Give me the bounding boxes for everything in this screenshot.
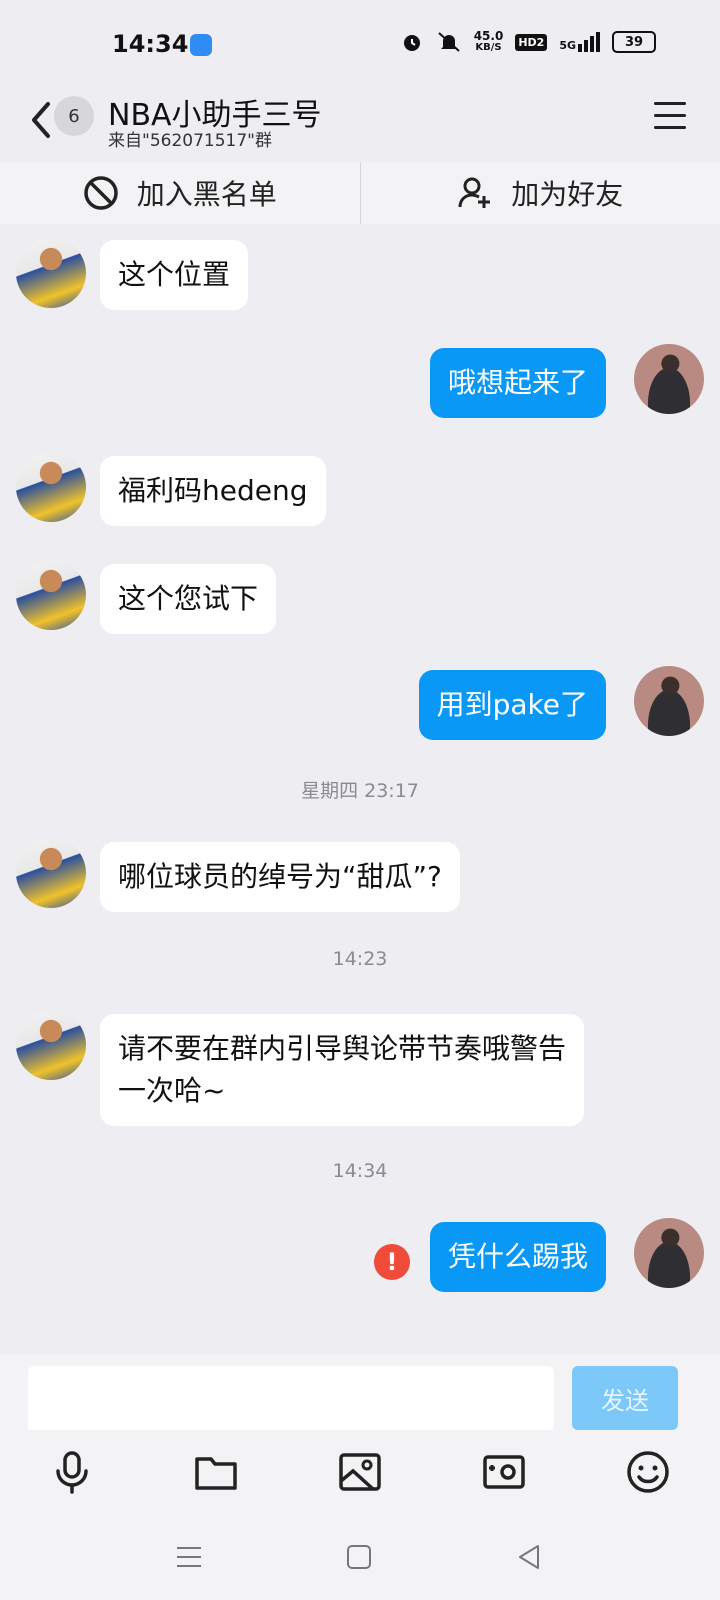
image-icon[interactable] — [337, 1449, 383, 1495]
add-friend-label: 加为好友 — [511, 178, 624, 211]
sender-avatar[interactable] — [16, 1010, 86, 1080]
status-time: 14:34 — [112, 30, 189, 58]
message-input[interactable] — [28, 1366, 554, 1432]
more-menu-icon[interactable] — [654, 102, 686, 130]
message-bubble-outgoing[interactable]: 凭什么踢我 — [429, 1222, 606, 1292]
sender-avatar[interactable] — [16, 238, 86, 308]
battery-icon: 39 — [612, 31, 656, 53]
status-icons: 45.0 KB/S HD2 5G 39 — [400, 30, 656, 54]
signal-icon: 5G — [559, 32, 600, 52]
back-icon[interactable] — [514, 1542, 544, 1572]
folder-icon[interactable] — [193, 1449, 239, 1495]
action-bar: 加入黑名单 加为好友 — [0, 162, 720, 224]
composer-toolbar — [0, 1430, 720, 1514]
my-avatar[interactable] — [634, 666, 704, 736]
system-nav-bar — [0, 1514, 720, 1600]
blacklist-label: 加入黑名单 — [136, 178, 277, 211]
sender-avatar[interactable] — [16, 838, 86, 908]
message-timestamp: 14:34 — [332, 1160, 388, 1182]
message-bubble-incoming[interactable]: 请不要在群内引导舆论带节奏哦警告一次哈~ — [100, 1014, 584, 1126]
message-bubble-incoming[interactable]: 福利码hedeng — [100, 456, 326, 526]
add-friend-button[interactable]: 加为好友 — [361, 162, 720, 224]
unread-count-badge[interactable]: 6 — [54, 96, 94, 136]
menu-icon[interactable] — [174, 1542, 204, 1572]
my-avatar[interactable] — [634, 1218, 704, 1288]
sender-avatar[interactable] — [16, 560, 86, 630]
home-icon[interactable] — [344, 1542, 374, 1572]
my-avatar[interactable] — [634, 344, 704, 414]
send-button[interactable]: 发送 — [572, 1366, 678, 1430]
message-bubble-incoming[interactable]: 这个您试下 — [100, 564, 277, 634]
status-bar: 14:34 45.0 KB/S HD2 5G 39 — [0, 0, 720, 90]
alarm-icon — [403, 35, 420, 51]
send-failed-icon[interactable]: ! — [374, 1244, 410, 1280]
message-bubble-incoming[interactable]: 这个位置 — [100, 240, 249, 310]
block-icon — [83, 176, 118, 210]
sender-avatar[interactable] — [16, 452, 86, 522]
add-to-blacklist-button[interactable]: 加入黑名单 — [0, 162, 360, 224]
message-timestamp: 星期四 23:17 — [301, 780, 419, 802]
net-speed: 45.0 KB/S — [473, 29, 504, 53]
message-timestamp: 14:23 — [332, 948, 388, 970]
back-chevron-icon[interactable] — [26, 100, 56, 140]
message-bubble-outgoing[interactable]: 哦想起来了 — [429, 348, 606, 418]
app-notification-icon — [190, 34, 212, 56]
message-list[interactable]: 这个位置 哦想起来了 福利码hedeng 这个您试下 用到pake了 星期四 2… — [0, 224, 720, 1354]
message-bubble-outgoing[interactable]: 用到pake了 — [418, 670, 606, 740]
emoji-icon[interactable] — [625, 1449, 671, 1495]
chat-subtitle: 来自"562071517"群 — [108, 131, 272, 151]
hd-badge: HD2 — [515, 33, 548, 51]
microphone-icon[interactable] — [49, 1449, 95, 1495]
message-bubble-incoming[interactable]: 哪位球员的绰号为“甜瓜”? — [100, 842, 460, 912]
add-user-icon — [458, 177, 491, 208]
mute-bell-icon — [438, 32, 460, 52]
camera-icon[interactable] — [481, 1449, 527, 1495]
chat-header: 6 NBA小助手三号 来自"562071517"群 — [0, 90, 720, 162]
